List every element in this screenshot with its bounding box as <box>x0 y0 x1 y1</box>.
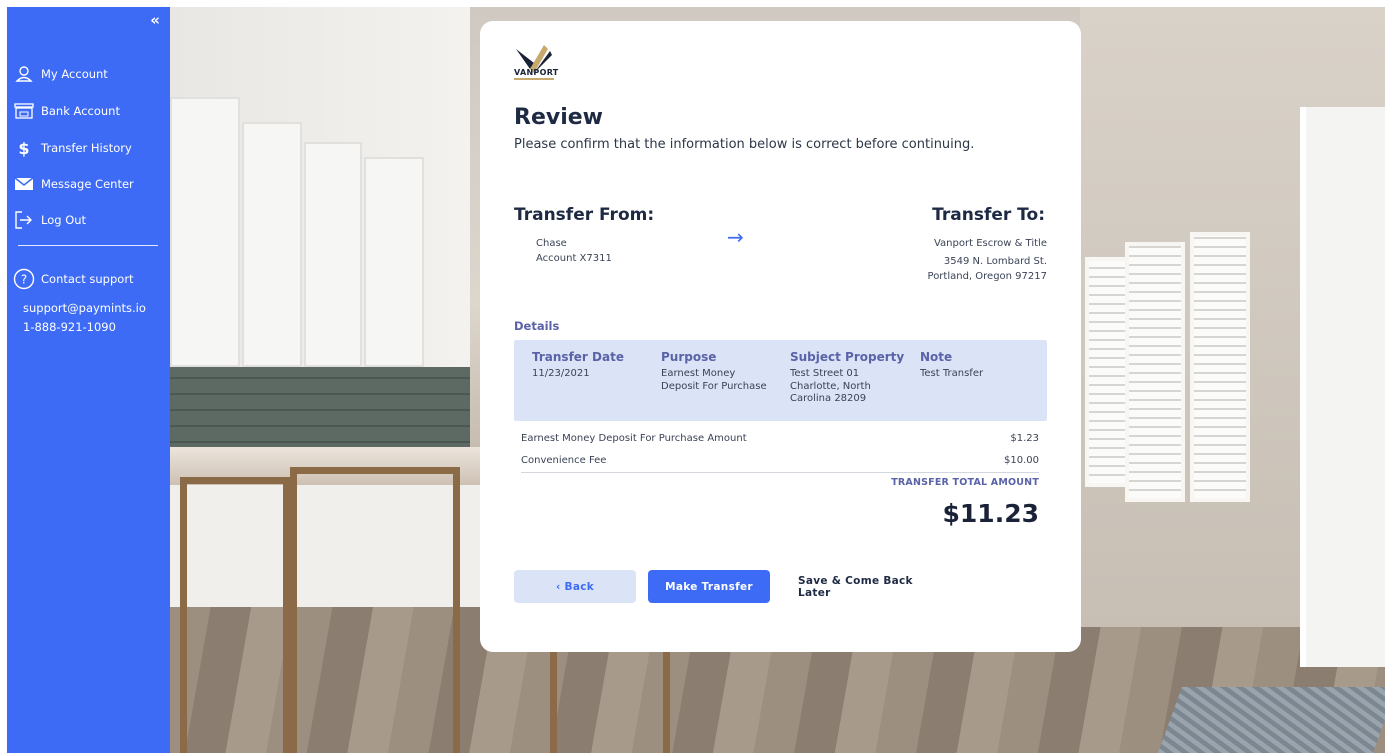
sidebar-item-label: Message Center <box>41 177 134 191</box>
review-card: VANPORT Review Please confirm that the i… <box>480 21 1081 652</box>
total-amount: $11.23 <box>942 499 1039 528</box>
user-icon <box>13 63 35 85</box>
to-name: Vanport Escrow & Title <box>933 238 1047 249</box>
sidebar-item-label: Transfer History <box>41 141 132 155</box>
sidebar-item-label: Log Out <box>41 213 87 227</box>
details-panel: Transfer Date 11/23/2021 Purpose Earnest… <box>514 340 1047 421</box>
detail-value: Test Transfer <box>920 368 984 379</box>
detail-note: Note Test Transfer <box>920 350 983 381</box>
logo-text: VANPORT <box>514 68 559 77</box>
line-item-fee: Convenience Fee $10.00 <box>521 455 1039 466</box>
detail-subject-property: Subject Property Test Street 01 Charlott… <box>790 350 904 406</box>
detail-value: 11/23/2021 <box>532 368 590 379</box>
detail-value: Earnest Money <box>661 368 736 379</box>
arrow-right-icon: → <box>727 225 744 249</box>
detail-label: Transfer Date <box>532 350 624 364</box>
line-item-amount: $10.00 <box>1004 455 1039 466</box>
detail-label: Subject Property <box>790 350 905 364</box>
make-transfer-button[interactable]: Make Transfer <box>648 570 770 603</box>
contact-support-link[interactable]: ? Contact support <box>13 267 134 291</box>
sidebar-item-label: Bank Account <box>41 104 120 118</box>
sidebar-item-label: My Account <box>41 67 108 81</box>
line-item-label: Earnest Money Deposit For Purchase Amoun… <box>521 433 747 444</box>
sidebar-item-transfer-history[interactable]: $ Transfer History <box>13 136 132 160</box>
page-subtitle: Please confirm that the information belo… <box>514 137 975 152</box>
to-street: 3549 N. Lombard St. <box>943 256 1047 267</box>
total-label: TRANSFER TOTAL AMOUNT <box>891 477 1039 488</box>
transfer-from-heading: Transfer From: <box>514 205 655 225</box>
support-email[interactable]: support@paymints.io <box>23 301 146 315</box>
details-heading: Details <box>514 319 560 333</box>
detail-value: Carolina 28209 <box>790 393 867 404</box>
sidebar-item-message-center[interactable]: Message Center <box>13 172 134 196</box>
sidebar-divider <box>18 245 158 246</box>
from-bank: Chase <box>536 238 567 249</box>
back-button[interactable]: ‹ Back <box>514 570 636 603</box>
dollar-icon: $ <box>18 138 30 158</box>
detail-value: Test Street 01 <box>790 368 860 379</box>
logout-icon <box>13 209 35 231</box>
envelope-icon <box>13 173 35 195</box>
page-title: Review <box>514 105 603 130</box>
save-later-button[interactable]: Save & Come Back Later <box>786 570 946 603</box>
detail-label: Purpose <box>661 350 717 364</box>
line-item-amount: $1.23 <box>1010 433 1039 444</box>
svg-text:?: ? <box>21 273 27 287</box>
line-item-deposit: Earnest Money Deposit For Purchase Amoun… <box>521 433 1039 444</box>
detail-value: Charlotte, North <box>790 380 871 392</box>
detail-label: Note <box>920 350 953 364</box>
from-account: Account X7311 <box>536 253 612 264</box>
bank-icon <box>13 100 35 122</box>
to-city: Portland, Oregon 97217 <box>927 271 1047 282</box>
support-phone[interactable]: 1-888-921-1090 <box>23 320 116 334</box>
logo-underline <box>514 78 554 80</box>
sidebar-item-my-account[interactable]: My Account <box>13 62 108 86</box>
contact-support-label: Contact support <box>41 272 134 286</box>
detail-purpose: Purpose Earnest Money Deposit For Purcha… <box>661 350 767 393</box>
question-circle-icon: ? <box>13 268 35 290</box>
sidebar-item-log-out[interactable]: Log Out <box>13 208 86 232</box>
vanport-logo-icon <box>516 45 552 73</box>
line-item-label: Convenience Fee <box>521 455 607 466</box>
detail-value: Deposit For Purchase <box>661 380 767 392</box>
detail-transfer-date: Transfer Date 11/23/2021 <box>532 350 624 381</box>
sidebar: « My Account Bank Account $ Transfer His… <box>7 7 170 753</box>
transfer-to-heading: Transfer To: <box>932 205 1045 225</box>
collapse-sidebar-button[interactable]: « <box>150 10 160 30</box>
total-divider <box>521 472 1039 473</box>
sidebar-item-bank-account[interactable]: Bank Account <box>13 99 120 123</box>
